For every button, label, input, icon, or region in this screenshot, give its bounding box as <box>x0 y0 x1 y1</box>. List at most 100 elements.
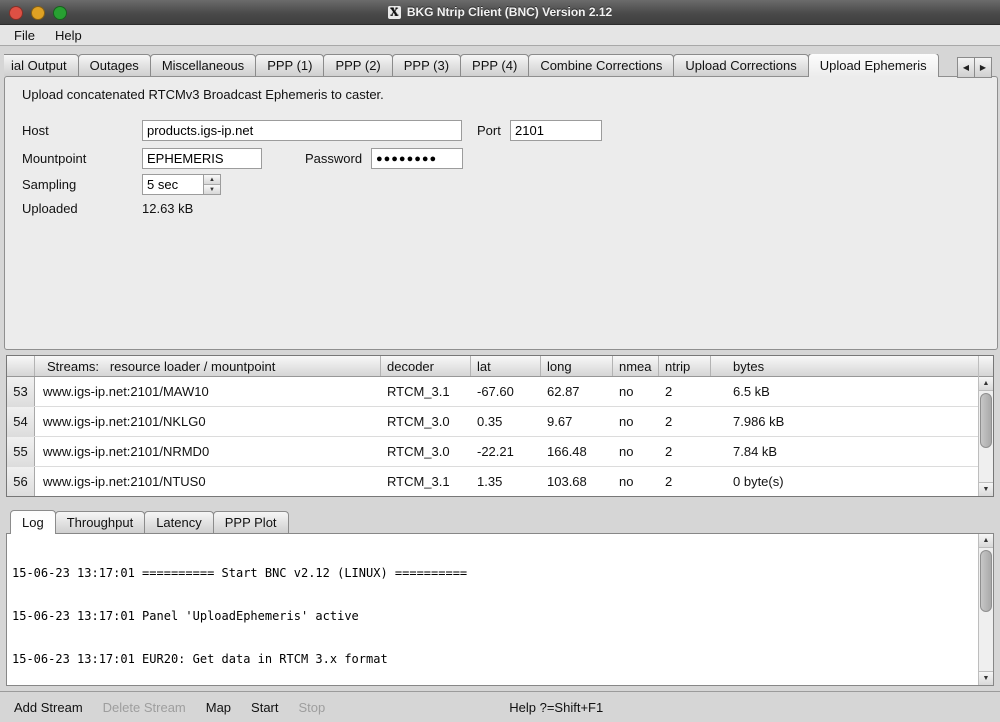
row-header[interactable]: 54 <box>7 407 35 436</box>
tab-bar: ial Output Outages Miscellaneous PPP (1)… <box>4 54 954 77</box>
header-ntrip[interactable]: ntrip <box>659 356 711 376</box>
traffic-lights <box>9 6 67 20</box>
row-header[interactable]: 55 <box>7 437 35 466</box>
tab-outages[interactable]: Outages <box>78 54 151 76</box>
log-line: 15-06-23 13:17:01 Panel 'UploadEphemeris… <box>12 609 975 623</box>
table-corner <box>7 356 35 376</box>
cell-ntrip: 2 <box>659 407 711 436</box>
log-scrollbar-thumb[interactable] <box>980 550 992 612</box>
sampling-spinbox: ▲ ▼ <box>142 174 221 195</box>
table-row[interactable]: 53 www.igs-ip.net:2101/MAW10 RTCM_3.1 -6… <box>7 377 978 407</box>
log-panel: 15-06-23 13:17:01 ========== Start BNC v… <box>6 533 994 686</box>
cell-lat: -67.60 <box>471 377 541 406</box>
tab-throughput[interactable]: Throughput <box>55 511 146 533</box>
map-button[interactable]: Map <box>206 700 231 715</box>
cell-long: 62.87 <box>541 377 613 406</box>
table-scroll-down-button[interactable]: ▼ <box>979 482 993 496</box>
minimize-button[interactable] <box>31 6 45 20</box>
tab-ppp-1[interactable]: PPP (1) <box>255 54 324 76</box>
close-button[interactable] <box>9 6 23 20</box>
sampling-label: Sampling <box>22 177 76 193</box>
tab-combine-corrections[interactable]: Combine Corrections <box>528 54 674 76</box>
cell-lat: 1.35 <box>471 467 541 496</box>
log-scroll-down-button[interactable]: ▼ <box>979 671 993 685</box>
cell-ntrip: 2 <box>659 377 711 406</box>
cell-nmea: no <box>613 467 659 496</box>
tab-ppp-3[interactable]: PPP (3) <box>392 54 461 76</box>
x11-icon: X <box>388 6 401 19</box>
help-shortcut[interactable]: Help ?=Shift+F1 <box>509 700 603 715</box>
host-input[interactable] <box>142 120 462 141</box>
tab-ppp-2[interactable]: PPP (2) <box>323 54 392 76</box>
log-line: 15-06-23 13:17:01 ========== Start BNC v… <box>12 566 975 580</box>
tab-scroll-left-button[interactable]: ◀ <box>957 57 975 78</box>
tab-ppp-4[interactable]: PPP (4) <box>460 54 529 76</box>
tab-ppp-plot[interactable]: PPP Plot <box>213 511 289 533</box>
cell-ntrip: 2 <box>659 467 711 496</box>
table-scrollbar[interactable]: ▲ ▼ <box>978 356 993 496</box>
streams-table-inner: Streams: resource loader / mountpoint de… <box>7 356 978 496</box>
header-decoder[interactable]: decoder <box>381 356 471 376</box>
tab-serial-output[interactable]: ial Output <box>4 54 79 76</box>
add-stream-button[interactable]: Add Stream <box>14 700 83 715</box>
table-row[interactable]: 54 www.igs-ip.net:2101/NKLG0 RTCM_3.0 0.… <box>7 407 978 437</box>
header-long[interactable]: long <box>541 356 613 376</box>
delete-stream-button: Delete Stream <box>103 700 186 715</box>
password-label: Password <box>305 151 362 167</box>
tab-miscellaneous[interactable]: Miscellaneous <box>150 54 256 76</box>
mountpoint-input[interactable] <box>142 148 262 169</box>
sampling-spin-buttons: ▲ ▼ <box>204 174 221 195</box>
spin-up-icon: ▲ <box>209 177 215 183</box>
cell-long: 9.67 <box>541 407 613 436</box>
header-lat[interactable]: lat <box>471 356 541 376</box>
menu-help[interactable]: Help <box>45 25 92 45</box>
tab-log[interactable]: Log <box>10 510 56 534</box>
cell-source: www.igs-ip.net:2101/NTUS0 <box>35 467 381 496</box>
cell-decoder: RTCM_3.1 <box>381 467 471 496</box>
port-input[interactable] <box>510 120 602 141</box>
row-header[interactable]: 56 <box>7 467 35 496</box>
log-scrollbar[interactable]: ▲ ▼ <box>978 534 993 685</box>
stop-button: Stop <box>299 700 326 715</box>
tab-latency[interactable]: Latency <box>144 511 214 533</box>
log-output: 15-06-23 13:17:01 ========== Start BNC v… <box>12 538 975 682</box>
window-title: BKG Ntrip Client (BNC) Version 2.12 <box>407 5 612 19</box>
start-button[interactable]: Start <box>251 700 278 715</box>
tab-upload-ephemeris[interactable]: Upload Ephemeris <box>808 54 939 77</box>
zoom-button[interactable] <box>53 6 67 20</box>
header-streams[interactable]: Streams: resource loader / mountpoint <box>35 356 381 376</box>
header-bytes[interactable]: bytes <box>711 356 978 376</box>
spin-down-icon: ▼ <box>209 187 215 193</box>
sampling-input[interactable] <box>142 174 204 195</box>
cell-decoder: RTCM_3.0 <box>381 437 471 466</box>
cell-decoder: RTCM_3.1 <box>381 377 471 406</box>
window-titlebar: X BKG Ntrip Client (BNC) Version 2.12 <box>0 0 1000 25</box>
cell-ntrip: 2 <box>659 437 711 466</box>
password-input[interactable] <box>371 148 463 169</box>
cell-nmea: no <box>613 377 659 406</box>
table-scrollbar-corner <box>979 356 993 377</box>
row-header[interactable]: 53 <box>7 377 35 406</box>
table-row[interactable]: 55 www.igs-ip.net:2101/NRMD0 RTCM_3.0 -2… <box>7 437 978 467</box>
log-tab-bar: Log Throughput Latency PPP Plot <box>10 511 288 534</box>
menu-file[interactable]: File <box>4 25 45 45</box>
cell-bytes: 0 byte(s) <box>711 467 978 496</box>
cell-lat: 0.35 <box>471 407 541 436</box>
tab-scroll-right-button[interactable]: ▶ <box>975 57 992 78</box>
streams-table: Streams: resource loader / mountpoint de… <box>6 355 994 497</box>
table-row[interactable]: 56 www.igs-ip.net:2101/NTUS0 RTCM_3.1 1.… <box>7 467 978 496</box>
table-scroll-up-button[interactable]: ▲ <box>979 377 993 391</box>
uploaded-value: 12.63 kB <box>142 201 193 217</box>
log-scroll-up-button[interactable]: ▲ <box>979 534 993 548</box>
cell-nmea: no <box>613 437 659 466</box>
spin-up-button[interactable]: ▲ <box>204 175 220 184</box>
table-scrollbar-thumb[interactable] <box>980 393 992 448</box>
scrollbar-down-icon: ▼ <box>983 486 990 493</box>
header-nmea[interactable]: nmea <box>613 356 659 376</box>
spin-down-button[interactable]: ▼ <box>204 184 220 194</box>
cell-bytes: 7.84 kB <box>711 437 978 466</box>
scrollbar-up-icon: ▲ <box>983 380 990 387</box>
uploaded-label: Uploaded <box>22 201 78 217</box>
cell-long: 166.48 <box>541 437 613 466</box>
tab-upload-corrections[interactable]: Upload Corrections <box>673 54 808 76</box>
